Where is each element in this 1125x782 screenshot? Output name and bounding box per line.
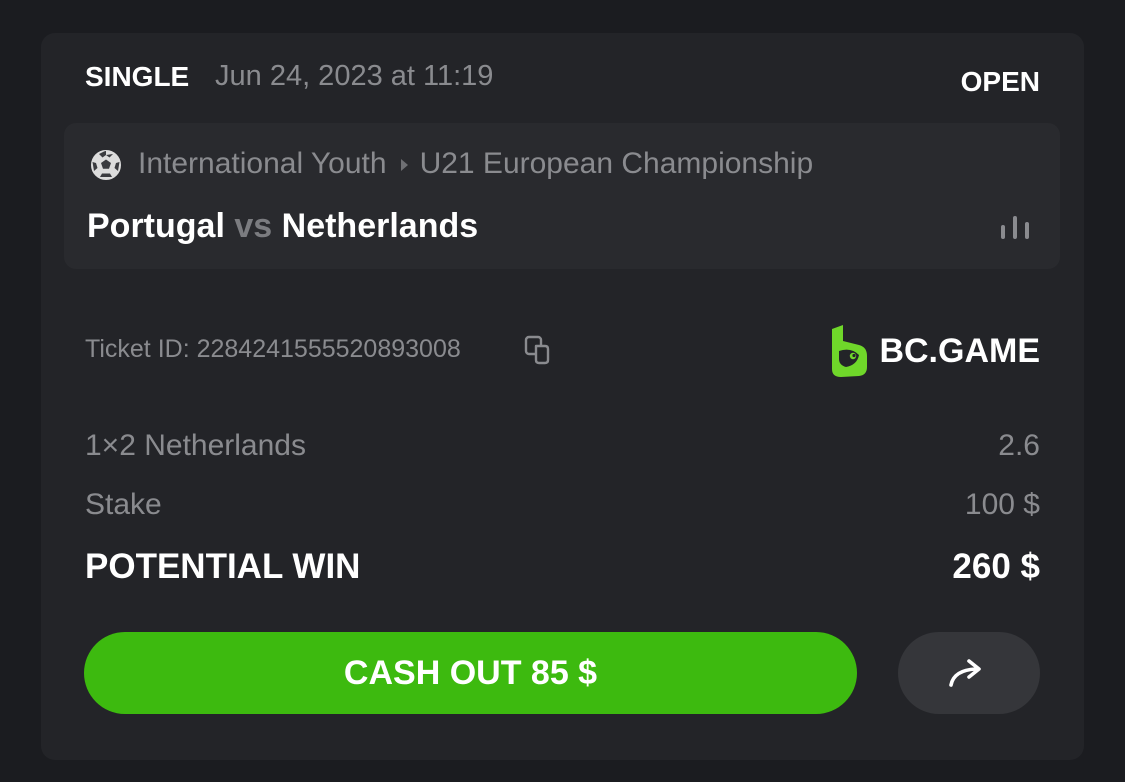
- stake-row: Stake 100 $: [85, 488, 1040, 522]
- match-teams: Portugal vs Netherlands: [87, 207, 478, 246]
- bc-game-logo-icon: [832, 325, 868, 377]
- brand-logo: BC.GAME: [829, 325, 1040, 377]
- stake-value: 100 $: [964, 488, 1040, 521]
- home-team: Portugal: [87, 207, 225, 245]
- ticket-id: Ticket ID: 2284241555520893008: [85, 335, 461, 363]
- share-button[interactable]: [898, 632, 1040, 714]
- bet-type: SINGLE: [85, 61, 190, 92]
- selection-market: 1×2 Netherlands: [85, 429, 306, 462]
- stake-label: Stake: [85, 488, 162, 521]
- bar-chart-icon[interactable]: [1000, 215, 1030, 241]
- copy-icon[interactable]: [524, 335, 554, 365]
- bet-date: Jun 24, 2023 at 11:19: [215, 60, 494, 92]
- potential-win-label: POTENTIAL WIN: [85, 547, 361, 586]
- brand-name: BC.GAME: [879, 331, 1040, 370]
- selection-row: 1×2 Netherlands 2.6: [85, 429, 1040, 463]
- selection-odds: 2.6: [998, 429, 1040, 462]
- potential-win-value: 260 $: [952, 547, 1040, 586]
- bet-status: OPEN: [960, 66, 1040, 97]
- cash-out-button[interactable]: CASH OUT 85 $: [84, 632, 857, 714]
- chevron-right-icon: [400, 159, 408, 172]
- bet-card: SINGLE Jun 24, 2023 at 11:19 OPEN Intern…: [41, 33, 1084, 760]
- league-category: International Youth: [138, 147, 387, 180]
- share-arrow-icon: [949, 659, 981, 687]
- away-team: Netherlands: [281, 207, 479, 245]
- versus-label: vs: [234, 207, 273, 245]
- match-info[interactable]: International Youth U21 European Champion…: [64, 123, 1060, 269]
- league-breadcrumb: International Youth U21 European Champion…: [138, 147, 813, 181]
- potential-win-row: POTENTIAL WIN 260 $: [85, 547, 1040, 587]
- soccer-ball-icon: [91, 150, 121, 180]
- league-tournament: U21 European Championship: [419, 147, 814, 180]
